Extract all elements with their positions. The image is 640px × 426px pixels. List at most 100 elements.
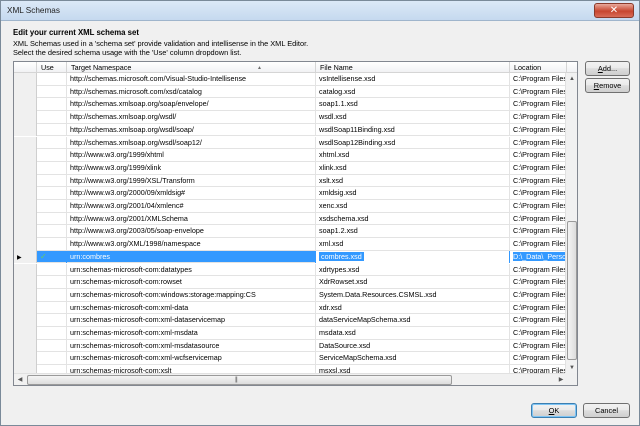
use-cell[interactable]: ✓ <box>37 250 67 264</box>
row-selector[interactable] <box>14 288 37 302</box>
vertical-scroll-thumb[interactable] <box>567 221 577 360</box>
table-row[interactable]: http://www.w3.org/2003/05/soap-envelope s… <box>14 225 567 239</box>
use-cell[interactable] <box>37 174 67 188</box>
ok-button[interactable]: OK <box>531 403 577 418</box>
table-row[interactable]: urn:schemas-microsoft-com:xml-wcfservice… <box>14 352 567 366</box>
schema-grid[interactable]: Use Target Namespace ▲ File Name Locatio… <box>13 61 578 386</box>
use-cell[interactable] <box>37 187 67 200</box>
file-name-text: dataServiceMapSchema.xsd <box>319 315 411 325</box>
use-cell[interactable] <box>37 73 67 86</box>
column-header-location[interactable]: Location <box>510 62 567 73</box>
vertical-scrollbar[interactable]: ▲ ▼ <box>565 73 577 374</box>
use-cell[interactable] <box>37 85 67 99</box>
row-selector[interactable] <box>14 73 37 86</box>
file-name-text: xslt.xsd <box>319 175 343 185</box>
table-row[interactable]: urn:schemas-microsoft-com:datatypes xdrty… <box>14 263 567 277</box>
row-selector[interactable] <box>14 200 37 213</box>
row-selector[interactable] <box>14 276 37 289</box>
table-row[interactable]: http://schemas.xmlsoap.org/soap/envelope… <box>14 98 567 112</box>
close-button[interactable]: ✕ <box>594 3 634 18</box>
table-row[interactable]: urn:schemas-microsoft-com:xml-data xdr.xs… <box>14 301 567 315</box>
namespace-cell: urn:schemas-microsoft-com:xml-msdatasour… <box>67 339 316 353</box>
use-cell[interactable] <box>37 339 67 353</box>
row-selector[interactable] <box>14 301 37 315</box>
table-row[interactable]: http://schemas.xmlsoap.org/wsdl/soap12/w… <box>14 136 567 150</box>
location-text: C:\Program Files (x <box>513 137 567 147</box>
table-row[interactable]: http://www.w3.org/1999/XSL/Transform xslt… <box>14 174 567 188</box>
use-cell[interactable] <box>37 263 67 277</box>
location-text: C:\Program Files (x <box>513 289 567 299</box>
file-name-text: wsdlSoap11Binding.xsd <box>319 124 395 134</box>
section-heading: Edit your current XML schema set <box>13 28 139 37</box>
namespace-cell: http://www.w3.org/1999/xhtml <box>67 149 316 162</box>
column-header-file-name[interactable]: File Name <box>316 62 510 73</box>
table-row[interactable]: http://schemas.microsoft.com/xsd/catalog… <box>14 85 567 99</box>
row-selector[interactable] <box>14 225 37 239</box>
horizontal-scrollbar[interactable]: ◀ ||| ▶ <box>14 373 567 385</box>
scroll-left-arrow-icon[interactable]: ◀ <box>14 374 26 385</box>
use-cell[interactable] <box>37 314 67 327</box>
table-row[interactable]: urn:schemas-microsoft-com:windows:storag… <box>14 288 567 302</box>
namespace-cell: http://www.w3.org/2000/09/xmldsig# <box>67 187 316 200</box>
table-row[interactable]: urn:schemas-microsoft-com:rowset XdrRowse… <box>14 276 567 289</box>
file-name-text: XdrRowset.xsd <box>319 277 368 287</box>
scroll-up-arrow-icon[interactable]: ▲ <box>566 73 577 85</box>
namespace-cell: http://schemas.xmlsoap.org/wsdl/soap12/ <box>67 136 316 150</box>
use-cell[interactable] <box>37 200 67 213</box>
column-header-target-namespace[interactable]: Target Namespace <box>67 62 316 73</box>
file-name-cell: dataServiceMapSchema.xsd <box>316 314 510 327</box>
table-row[interactable]: http://www.w3.org/1999/xlink xlink.xsd C:\… <box>14 161 567 175</box>
row-selector[interactable]: ▶ <box>14 250 37 264</box>
row-selector[interactable] <box>14 238 37 251</box>
row-selector[interactable] <box>14 263 37 277</box>
use-cell[interactable] <box>37 288 67 302</box>
row-selector[interactable] <box>14 123 37 137</box>
row-selector[interactable] <box>14 212 37 226</box>
row-selector[interactable] <box>14 314 37 327</box>
row-selector[interactable] <box>14 174 37 188</box>
row-selector[interactable] <box>14 352 37 366</box>
row-selector[interactable] <box>14 187 37 200</box>
use-cell[interactable] <box>37 352 67 366</box>
use-cell[interactable] <box>37 276 67 289</box>
use-cell[interactable] <box>37 111 67 124</box>
table-row[interactable]: http://www.w3.org/2001/04/xmlenc# xenc.xs… <box>14 200 567 213</box>
location-cell: C:\Program Files (x <box>510 263 567 277</box>
use-cell[interactable] <box>37 123 67 137</box>
use-cell[interactable] <box>37 238 67 251</box>
row-selector[interactable] <box>14 339 37 353</box>
use-cell[interactable] <box>37 301 67 315</box>
use-cell[interactable] <box>37 136 67 150</box>
table-row[interactable]: http://schemas.microsoft.com/Visual-Stud… <box>14 73 567 86</box>
remove-button[interactable]: Remove <box>585 78 630 93</box>
use-cell[interactable] <box>37 327 67 340</box>
row-selector[interactable] <box>14 327 37 340</box>
table-row[interactable]: http://www.w3.org/1999/xhtml xhtml.xsd C:\… <box>14 149 567 162</box>
table-row[interactable]: ▶ ✓ urn:combrescombres.xsd D:\_Data\_Person… <box>14 250 567 264</box>
use-cell[interactable] <box>37 161 67 175</box>
file-name-cell: vsIntellisense.xsd <box>316 73 510 86</box>
add-button[interactable]: Add... <box>585 61 630 76</box>
table-row[interactable]: http://www.w3.org/2000/09/xmldsig# xmldsi… <box>14 187 567 200</box>
row-selector[interactable] <box>14 136 37 150</box>
horizontal-scroll-thumb[interactable]: ||| <box>27 375 452 385</box>
table-row[interactable]: urn:schemas-microsoft-com:xml-msdatasour… <box>14 339 567 353</box>
row-selector[interactable] <box>14 85 37 99</box>
table-row[interactable]: urn:schemas-microsoft-com:xml-msdata msda… <box>14 327 567 340</box>
row-selector[interactable] <box>14 98 37 112</box>
table-row[interactable]: http://schemas.xmlsoap.org/wsdl/soap/wsd… <box>14 123 567 137</box>
namespace-cell: urn:schemas-microsoft-com:datatypes <box>67 263 316 277</box>
table-row[interactable]: http://schemas.xmlsoap.org/wsdl/wsdl.xsd… <box>14 111 567 124</box>
row-selector[interactable] <box>14 149 37 162</box>
cancel-button[interactable]: Cancel <box>583 403 630 418</box>
row-selector[interactable] <box>14 161 37 175</box>
column-header-use[interactable]: Use <box>37 62 67 73</box>
table-row[interactable]: http://www.w3.org/XML/1998/namespace xml.… <box>14 238 567 251</box>
table-row[interactable]: http://www.w3.org/2001/XMLSchema xsdschem… <box>14 212 567 226</box>
use-cell[interactable] <box>37 98 67 112</box>
use-cell[interactable] <box>37 212 67 226</box>
table-row[interactable]: urn:schemas-microsoft-com:xml-dataservic… <box>14 314 567 327</box>
use-cell[interactable] <box>37 225 67 239</box>
use-cell[interactable] <box>37 149 67 162</box>
row-selector[interactable] <box>14 111 37 124</box>
